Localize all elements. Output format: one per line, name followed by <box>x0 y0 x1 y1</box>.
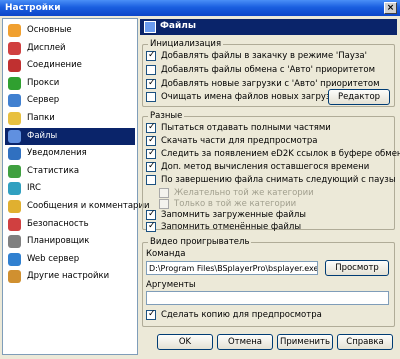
sidebar-item[interactable]: Планировщик <box>5 233 135 250</box>
checkbox[interactable] <box>146 161 156 172</box>
display-icon <box>8 41 21 55</box>
sidebar-item-label: Папки <box>27 113 55 123</box>
checkbox <box>159 199 169 209</box>
video-group: Видео проигрыватель Команда D:\Program F… <box>142 237 395 327</box>
sidebar-item[interactable]: Прокси <box>5 75 135 92</box>
files-icon <box>8 129 21 143</box>
notification-icon <box>8 147 21 161</box>
sidebar-item[interactable]: Сообщения и комментарии <box>5 198 150 215</box>
init-group-title: Инициализация <box>148 39 224 49</box>
sidebar-item[interactable]: Другие настройки <box>5 268 135 285</box>
checkbox[interactable] <box>146 209 156 220</box>
wrench-icon <box>8 24 21 37</box>
misc-group: Разные Пытаться отдавать полными частями… <box>142 111 400 232</box>
checkbox[interactable] <box>146 148 156 159</box>
command-label: Команда <box>146 249 186 259</box>
option-label: Доп. метод вычисления оставшегося времен… <box>161 162 370 172</box>
checkbox[interactable] <box>146 92 156 102</box>
sidebar-item-label: Планировщик <box>27 236 90 247</box>
option-label: Следить за появлением eD2K ссылок в буфе… <box>161 149 400 159</box>
browse-button[interactable]: Просмотр <box>325 260 389 276</box>
title-bar: Настройки × <box>0 0 400 16</box>
option-label: Очищать имена файлов новых загрузок <box>161 92 341 102</box>
command-input[interactable]: D:\Program Files\BSplayerPro\bsplayer.ex… <box>146 261 318 275</box>
sidebar-item-label: Уведомления <box>27 148 87 159</box>
checkbox[interactable] <box>146 135 156 146</box>
messages-icon <box>8 200 21 213</box>
connection-icon <box>8 59 21 73</box>
help-button[interactable]: Справка <box>337 334 393 350</box>
apply-button[interactable]: Применить <box>277 334 333 350</box>
option-label: Добавлять файлы обмена с 'Авто' приорите… <box>161 65 375 75</box>
sidebar-item-label: Сообщения и комментарии <box>27 201 150 211</box>
checkbox[interactable] <box>146 122 156 133</box>
sidebar-item-label: Статистика <box>27 165 80 176</box>
window-title: Настройки <box>5 3 61 13</box>
web-server-icon <box>8 252 21 266</box>
sidebar-item[interactable]: Статистика <box>5 163 135 180</box>
sidebar-item[interactable]: Соединение <box>5 57 135 74</box>
option-label: Желательно той же категории <box>174 188 314 198</box>
video-group-title: Видео проигрыватель <box>148 237 252 247</box>
option-label: Пытаться отдавать полными частями <box>161 123 331 133</box>
sidebar-item-label: IRC <box>27 183 41 194</box>
folder-icon <box>8 112 21 125</box>
scheduler-icon <box>8 235 21 249</box>
sidebar-item[interactable]: Уведомления <box>5 145 135 162</box>
sidebar-item-label: Дисплей <box>27 42 66 53</box>
option-label: Запомнить отменённые файлы <box>161 222 302 232</box>
checkbox[interactable] <box>146 309 156 320</box>
cancel-button[interactable]: Отмена <box>217 334 273 350</box>
sidebar-item-label: Сервер <box>27 95 60 106</box>
sidebar-item[interactable]: Безопасность <box>5 216 135 233</box>
sidebar-item-label: Соединение <box>27 60 82 71</box>
option-label: По завершению файла снимать следующий с … <box>161 175 396 185</box>
section-title: Файлы <box>160 21 197 31</box>
checkbox[interactable] <box>146 221 156 232</box>
close-button[interactable]: × <box>384 2 397 14</box>
server-icon <box>8 94 21 108</box>
sidebar-item-label: Безопасность <box>27 218 89 229</box>
ok-button[interactable]: OK <box>157 334 213 350</box>
sidebar-item[interactable]: Основные <box>5 22 135 39</box>
sidebar-item-label: Другие настройки <box>27 271 110 282</box>
sidebar-item[interactable]: Сервер <box>5 92 135 109</box>
statistics-icon <box>8 164 21 178</box>
sidebar-item-label: Прокси <box>27 77 60 88</box>
args-label: Аргументы <box>146 280 196 290</box>
sidebar-item-label: Файлы <box>27 130 58 141</box>
files-icon <box>144 21 156 33</box>
section-header: Файлы <box>140 19 397 35</box>
option-label: Только в той же категории <box>174 199 297 209</box>
security-icon <box>8 217 21 231</box>
proxy-icon <box>8 76 21 90</box>
checkbox[interactable] <box>146 65 156 75</box>
option-label: Скачать части для предпросмотра <box>161 136 318 146</box>
init-group: Инициализация Добавлять файлы в закачку … <box>142 39 395 107</box>
sidebar-item[interactable]: IRC <box>5 180 135 197</box>
checkbox <box>159 188 169 198</box>
option-label: Добавлять новые загрузки с 'Авто' приори… <box>161 79 380 89</box>
misc-group-title: Разные <box>148 111 185 121</box>
other-settings-icon <box>8 270 21 284</box>
args-input[interactable] <box>146 291 389 305</box>
sidebar-item[interactable]: Папки <box>5 110 135 127</box>
sidebar-item-label: Web сервер <box>27 253 80 264</box>
checkbox[interactable] <box>146 175 156 185</box>
sidebar: Основные Дисплей Соединение Прокси Сервер Пап… <box>2 18 150 355</box>
checkbox[interactable] <box>146 78 156 89</box>
option-label: Сделать копию для предпросмотра <box>161 310 322 320</box>
option-label: Добавлять файлы в закачку в режиме 'Пауз… <box>161 51 367 61</box>
sidebar-item[interactable]: Файлы <box>5 127 135 145</box>
sidebar-item[interactable]: Web сервер <box>5 251 135 268</box>
sidebar-item[interactable]: Дисплей <box>5 40 135 57</box>
checkbox[interactable] <box>146 50 156 61</box>
irc-icon <box>8 182 21 196</box>
editor-button[interactable]: Редактор <box>328 89 390 105</box>
sidebar-item-label: Основные <box>27 25 72 35</box>
option-label: Запомнить загруженные файлы <box>161 210 306 220</box>
